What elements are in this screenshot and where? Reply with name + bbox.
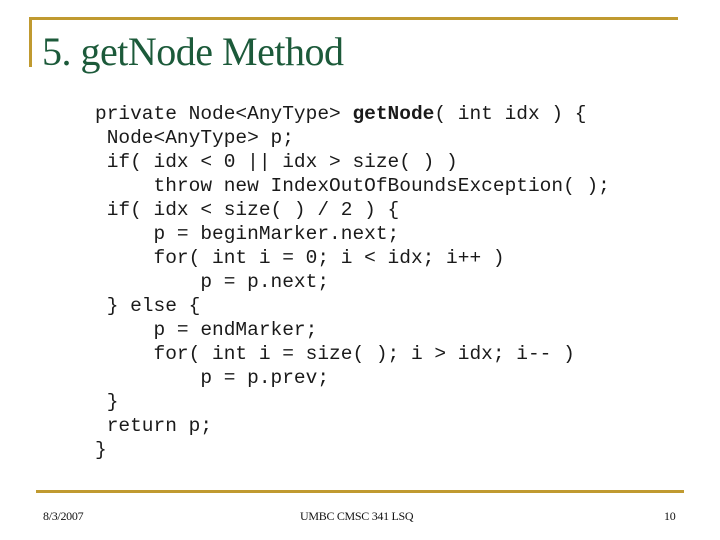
- code-text: p = beginMarker.next;: [95, 223, 400, 245]
- page-number: 10: [664, 509, 676, 523]
- code-line: Node<AnyType> p;: [95, 126, 610, 150]
- code-text: if( idx < size( ) / 2 ) {: [95, 199, 400, 221]
- code-line: p = endMarker;: [95, 318, 610, 342]
- footer-date: 8/3/2007: [43, 509, 84, 523]
- code-text: p = endMarker;: [95, 319, 318, 341]
- code-text: Node<AnyType> p;: [95, 127, 294, 149]
- code-line: p = beginMarker.next;: [95, 222, 610, 246]
- code-line: }: [95, 438, 610, 462]
- code-text: for( int i = 0; i < idx; i++ ): [95, 247, 505, 269]
- code-line: } else {: [95, 294, 610, 318]
- code-text: } else {: [95, 295, 201, 317]
- code-text: }: [95, 439, 107, 461]
- code-text: throw new IndexOutOfBoundsException( );: [95, 175, 610, 197]
- code-text: for( int i = size( ); i > idx; i-- ): [95, 343, 575, 365]
- code-text: p = p.prev;: [95, 367, 330, 389]
- code-line: p = p.next;: [95, 270, 610, 294]
- code-line: p = p.prev;: [95, 366, 610, 390]
- code-line: if( idx < 0 || idx > size( ) ): [95, 150, 610, 174]
- code-text: private Node<AnyType>: [95, 103, 353, 125]
- code-line: for( int i = 0; i < idx; i++ ): [95, 246, 610, 270]
- footer-course: UMBC CMSC 341 LSQ: [300, 509, 414, 523]
- code-block: private Node<AnyType> getNode( int idx )…: [95, 102, 610, 462]
- code-text: }: [95, 391, 119, 413]
- slide: 5. getNode Method private Node<AnyType> …: [0, 0, 720, 540]
- code-text: if( idx < 0 || idx > size( ) ): [95, 151, 458, 173]
- code-text: return p;: [95, 415, 213, 437]
- code-line: }: [95, 390, 610, 414]
- code-line: if( idx < size( ) / 2 ) {: [95, 198, 610, 222]
- code-line: private Node<AnyType> getNode( int idx )…: [95, 102, 610, 126]
- code-line: return p;: [95, 414, 610, 438]
- code-text: ( int idx ) {: [434, 103, 587, 125]
- code-line: throw new IndexOutOfBoundsException( );: [95, 174, 610, 198]
- code-text: p = p.next;: [95, 271, 330, 293]
- footer-rule: [36, 490, 684, 493]
- title-top-rule: [30, 17, 678, 20]
- title-left-rule: [29, 17, 32, 67]
- code-line: for( int i = size( ); i > idx; i-- ): [95, 342, 610, 366]
- slide-title: 5. getNode Method: [42, 29, 344, 74]
- code-method-name: getNode: [352, 103, 435, 125]
